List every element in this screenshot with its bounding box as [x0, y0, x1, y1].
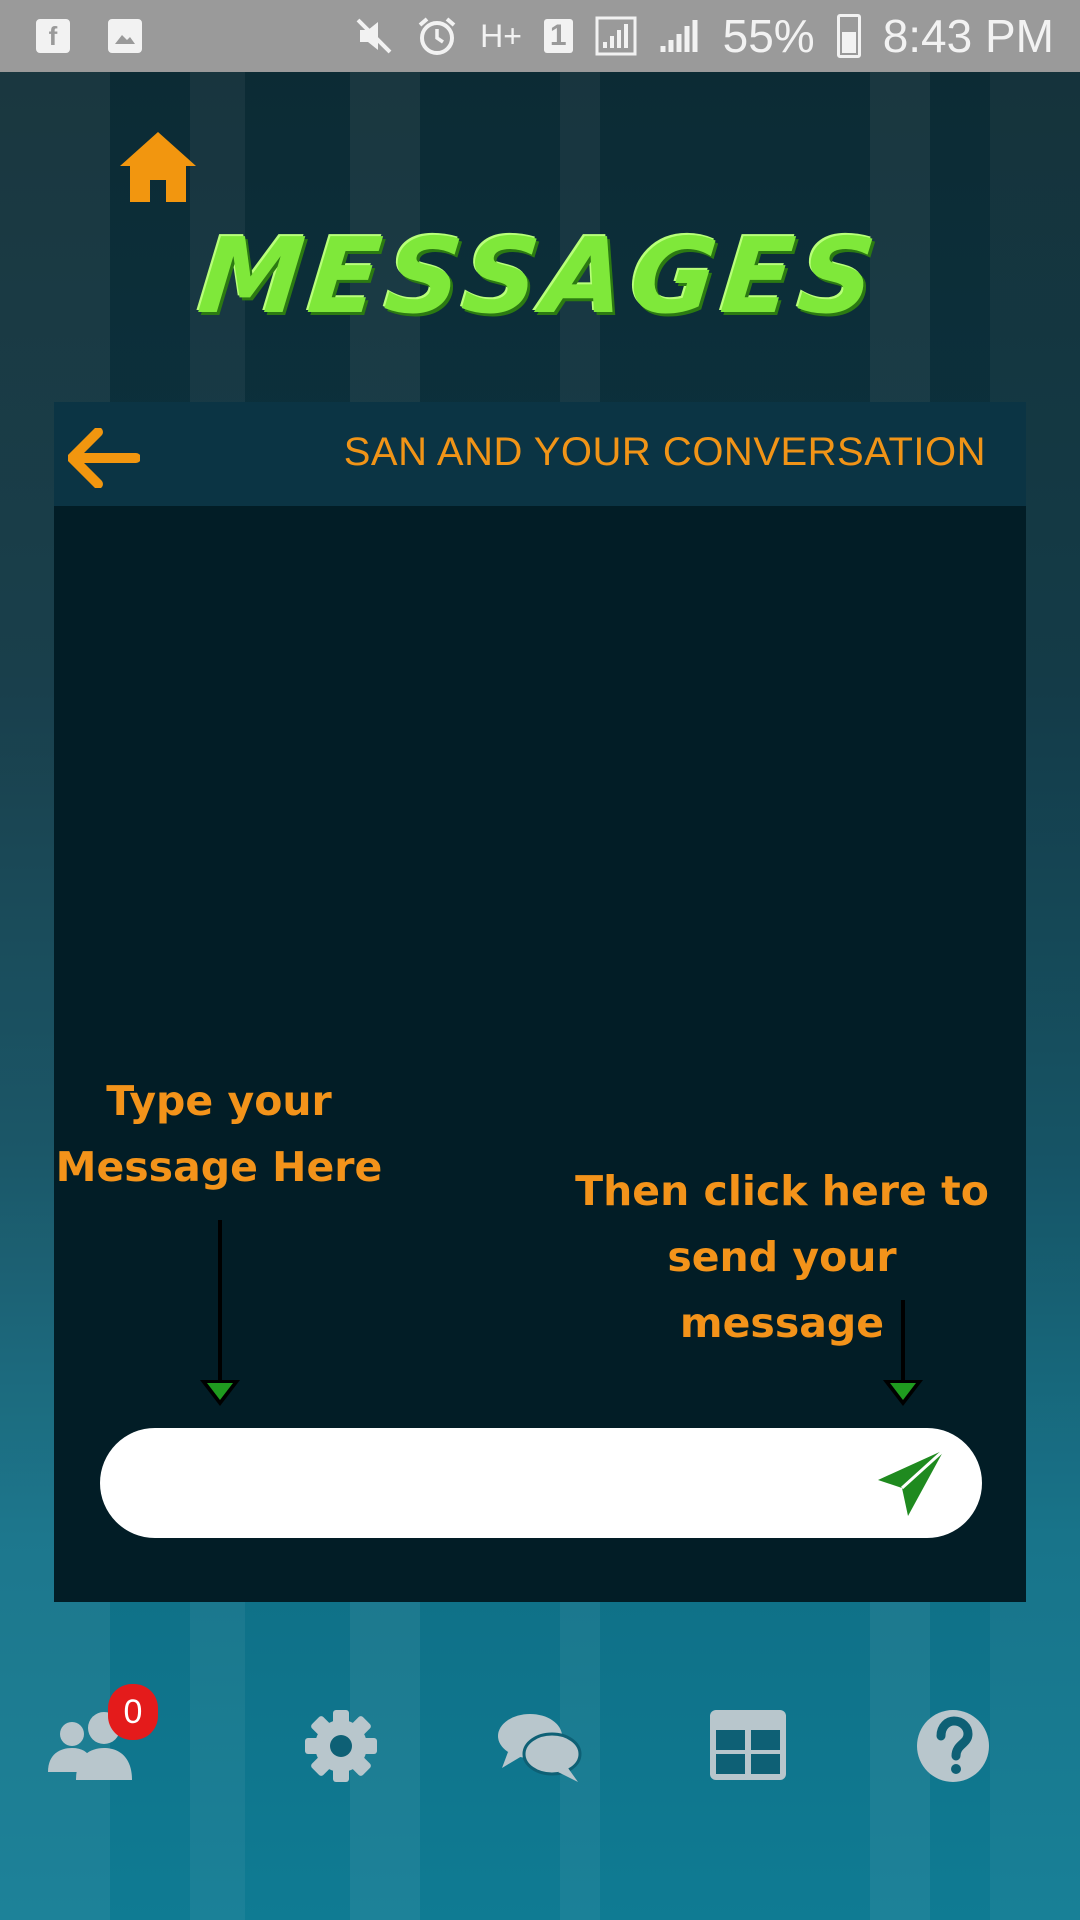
- message-composer: [100, 1428, 982, 1538]
- status-bar: f H+ 1 55% 8:43 PM: [0, 0, 1080, 72]
- message-input[interactable]: [140, 1448, 844, 1520]
- network-type: H+: [480, 17, 522, 54]
- clock: 8:43 PM: [882, 10, 1054, 62]
- back-arrow-icon[interactable]: [68, 428, 140, 488]
- settings-icon[interactable]: [296, 1706, 386, 1786]
- send-hint-line1: Then click here to: [575, 1167, 989, 1215]
- help-icon[interactable]: [908, 1706, 998, 1786]
- type-message-hint: Type your Message Here: [54, 1068, 384, 1200]
- sim-slot-badge: 1: [543, 19, 573, 53]
- conversation-header: SAN AND YOUR CONVERSATION: [54, 402, 1026, 506]
- alarm-icon: [418, 17, 456, 55]
- page-title: MESSAGES: [193, 215, 887, 337]
- chat-icon[interactable]: [494, 1706, 584, 1786]
- conversation-title: SAN AND YOUR CONVERSATION: [343, 430, 986, 474]
- conversation-panel: SAN AND YOUR CONVERSATION Type your Mess…: [54, 402, 1026, 1602]
- type-hint-arrowhead: [200, 1380, 240, 1406]
- send-hint-pointer: [901, 1300, 905, 1380]
- type-hint-line2: Message Here: [55, 1143, 383, 1191]
- home-icon[interactable]: [118, 130, 198, 204]
- battery-icon: [836, 14, 861, 58]
- gallery-icon: [108, 19, 142, 53]
- facebook-icon: f: [36, 19, 70, 53]
- network-icon: [595, 16, 637, 56]
- friends-badge: 0: [108, 1684, 158, 1740]
- send-icon[interactable]: [874, 1446, 948, 1520]
- send-hint-line2: send your message: [667, 1233, 897, 1347]
- signal-icon: [660, 20, 698, 52]
- grid-icon[interactable]: [706, 1706, 796, 1786]
- battery-percent: 55%: [722, 10, 815, 62]
- type-hint-pointer: [218, 1220, 222, 1380]
- send-message-hint: Then click here to send your message: [572, 1158, 992, 1356]
- mute-icon: [356, 18, 392, 54]
- type-hint-line1: Type your: [106, 1077, 332, 1125]
- send-hint-arrowhead: [883, 1380, 923, 1406]
